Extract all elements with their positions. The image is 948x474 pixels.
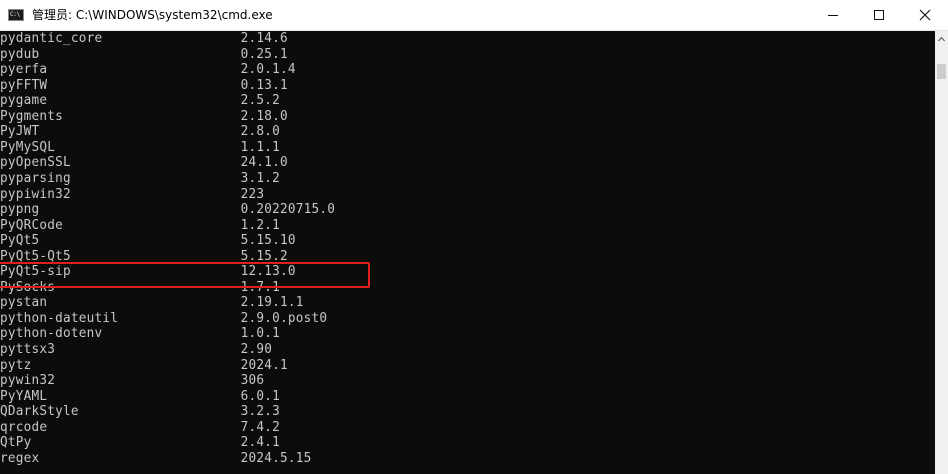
package-version: 2.9.0.post0 xyxy=(240,309,328,326)
cmd-icon: C:\ xyxy=(8,9,24,21)
terminal-line: Pygments 2.18.0 xyxy=(0,107,879,125)
minimize-button[interactable] xyxy=(810,0,856,30)
package-name: pyFFTW xyxy=(0,76,48,93)
package-name: regex xyxy=(0,449,40,466)
package-name: PyQt5 xyxy=(0,232,40,249)
terminal-line: PyMySQL 1.1.1 xyxy=(0,138,879,156)
terminal-line: QtPy 2.4.1 xyxy=(0,435,879,451)
package-version: 2.90 xyxy=(240,341,273,357)
terminal-line: pyparsing 3.1.2 xyxy=(0,169,879,187)
package-name: pyerfa xyxy=(0,61,48,78)
package-version: 2024.1 xyxy=(240,356,288,373)
close-icon xyxy=(919,9,931,21)
package-version: 223 xyxy=(240,185,265,202)
terminal-line: pywin32 306 xyxy=(0,373,879,389)
package-version: 2.18.0 xyxy=(240,107,288,124)
package-version: 7.4.2 xyxy=(240,418,281,435)
close-button[interactable] xyxy=(902,0,948,30)
terminal-line: pyerfa 2.0.1.4 xyxy=(0,62,879,78)
terminal-line: QDarkStyle 3.2.3 xyxy=(0,404,879,420)
package-version: 306 xyxy=(240,372,265,389)
package-name: python-dotenv xyxy=(0,325,103,342)
package-version: 0.20220715.0 xyxy=(240,201,336,218)
package-version: 0.13.1 xyxy=(240,76,288,93)
terminal-line: python-dateutil 2.9.0.post0 xyxy=(0,309,879,327)
chevron-up-icon[interactable] xyxy=(935,31,948,47)
terminal-line: pyFFTW 0.13.1 xyxy=(0,76,879,94)
package-version: 5.15.10 xyxy=(240,232,296,249)
package-name: pyparsing xyxy=(0,169,71,186)
package-name: pytz xyxy=(0,356,32,373)
package-name: qrcode xyxy=(0,418,48,435)
package-name: PyQRCode xyxy=(0,216,64,233)
package-name: pypng xyxy=(0,201,40,218)
package-version: 1.1.1 xyxy=(240,138,281,155)
terminal-line: PyYAML 6.0.1 xyxy=(0,387,879,405)
package-version: 3.1.2 xyxy=(240,169,281,186)
maximize-icon xyxy=(874,10,884,20)
package-name: PyMySQL xyxy=(0,138,56,155)
terminal-line: regex 2024.5.15 xyxy=(0,449,879,467)
terminal-line: pytz 2024.1 xyxy=(0,356,879,374)
package-version: 6.0.1 xyxy=(240,387,281,404)
package-name: PyYAML xyxy=(0,387,48,404)
package-name: pystan xyxy=(0,294,48,311)
vertical-scrollbar[interactable] xyxy=(935,31,948,474)
terminal-line: pystan 2.19.1.1 xyxy=(0,295,879,311)
highlight-box-pystan xyxy=(0,262,370,288)
package-name: pywin32 xyxy=(0,372,56,389)
terminal-line: pydantic_core 2.14.6 xyxy=(0,31,879,47)
package-name: PyJWT xyxy=(0,123,40,140)
package-version: 2024.5.15 xyxy=(240,449,312,466)
terminal-line: pypiwin32 223 xyxy=(0,185,879,203)
terminal-line: PyQt5 5.15.10 xyxy=(0,233,879,249)
maximize-button[interactable] xyxy=(856,0,902,30)
package-version: 2.0.1.4 xyxy=(240,61,296,78)
terminal-line: PyQRCode 1.2.1 xyxy=(0,216,879,234)
terminal-line: pydub 0.25.1 xyxy=(0,45,879,63)
package-name: QDarkStyle xyxy=(0,403,79,420)
package-name: python-dateutil xyxy=(0,309,119,326)
package-name: pydantic_core xyxy=(0,31,103,46)
window-title: 管理员: C:\WINDOWS\system32\cmd.exe xyxy=(32,8,273,22)
scrollbar-thumb[interactable] xyxy=(937,64,946,79)
package-version: 2.19.1.1 xyxy=(240,294,304,311)
package-name: pyOpenSSL xyxy=(0,154,71,171)
terminal-line: pyttsx3 2.90 xyxy=(0,341,879,358)
package-version: 3.2.3 xyxy=(240,403,281,420)
package-version: 0.25.1 xyxy=(240,45,288,62)
package-version: 2.4.1 xyxy=(240,434,281,451)
package-name: pypiwin32 xyxy=(0,185,71,202)
terminal-line: pygame 2.5.2 xyxy=(0,93,879,109)
package-version: 24.1.0 xyxy=(240,154,288,171)
title-bar[interactable]: C:\ 管理员: C:\WINDOWS\system32\cmd.exe xyxy=(0,0,948,31)
package-name: Pygments xyxy=(0,107,64,124)
package-name: pygame xyxy=(0,92,48,109)
terminal-line: qrcode 7.4.2 xyxy=(0,418,879,436)
package-name: pyttsx3 xyxy=(0,341,56,357)
package-version: 2.8.0 xyxy=(240,123,281,140)
terminal-line: pyOpenSSL 24.1.0 xyxy=(0,155,879,171)
minimize-icon xyxy=(828,15,838,16)
package-version: 2.5.2 xyxy=(240,92,281,109)
package-version: 1.0.1 xyxy=(240,325,281,342)
package-version: 2.14.6 xyxy=(240,31,288,46)
package-name: QtPy xyxy=(0,434,32,451)
cmd-icon-text: C:\ xyxy=(10,11,20,18)
terminal-line: PyJWT 2.8.0 xyxy=(0,124,879,140)
package-version: 1.2.1 xyxy=(240,216,281,233)
terminal-line: pypng 0.20220715.0 xyxy=(0,201,879,218)
terminal-output[interactable]: pydantic_core 2.14.6 pydub 0.25.1 pyerfa 2.0.… xyxy=(0,31,935,474)
terminal-line: python-dotenv 1.0.1 xyxy=(0,326,879,342)
cmd-window: C:\ 管理员: C:\WINDOWS\system32\cmd.exe pyd… xyxy=(0,0,948,474)
package-name: pydub xyxy=(0,45,40,62)
